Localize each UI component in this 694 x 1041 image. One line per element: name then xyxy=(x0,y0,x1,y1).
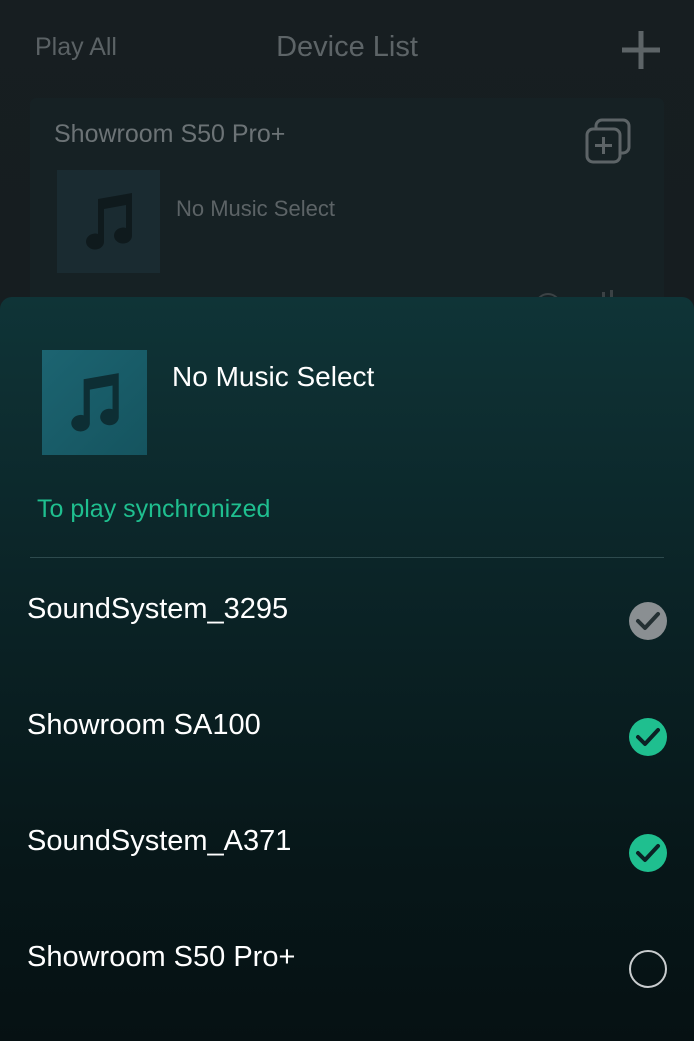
device-card-name: Showroom S50 Pro+ xyxy=(54,120,286,148)
device-card-now-playing: No Music Select xyxy=(176,196,335,221)
sync-bottom-sheet: No Music Select To play synchronized Sou… xyxy=(0,297,694,1041)
plus-icon[interactable] xyxy=(620,29,662,71)
device-card[interactable]: Showroom S50 Pro+ No Music Select xyxy=(30,98,664,328)
music-note-icon xyxy=(70,372,119,431)
now-playing-title: No Music Select xyxy=(172,361,375,392)
device-name: SoundSystem_3295 xyxy=(27,593,289,625)
group-add-icon[interactable] xyxy=(583,116,633,166)
sync-section-label: To play synchronized xyxy=(37,495,271,523)
divider xyxy=(30,557,664,558)
device-name: Showroom SA100 xyxy=(27,709,261,741)
top-bar: Play All Device List xyxy=(0,0,694,100)
device-list-screen: Play All Device List Showroom S50 Pro+ N… xyxy=(0,0,694,1041)
device-row[interactable]: SoundSystem_A371 xyxy=(0,825,694,941)
album-art-thumbnail xyxy=(57,170,160,273)
device-name: Showroom S50 Pro+ xyxy=(27,941,296,973)
device-row[interactable]: Showroom SA100 xyxy=(0,709,694,825)
music-note-icon xyxy=(85,192,132,250)
check-icon[interactable] xyxy=(628,717,668,757)
device-row[interactable]: SoundSystem_3295 xyxy=(0,593,694,709)
device-name: SoundSystem_A371 xyxy=(27,825,292,857)
album-art-thumbnail xyxy=(42,350,147,455)
check-icon[interactable] xyxy=(628,833,668,873)
page-title: Device List xyxy=(276,31,418,63)
unchecked-circle-icon[interactable] xyxy=(628,949,668,989)
check-icon-disabled[interactable] xyxy=(628,601,668,641)
device-row[interactable]: Showroom S50 Pro+ xyxy=(0,941,694,1041)
